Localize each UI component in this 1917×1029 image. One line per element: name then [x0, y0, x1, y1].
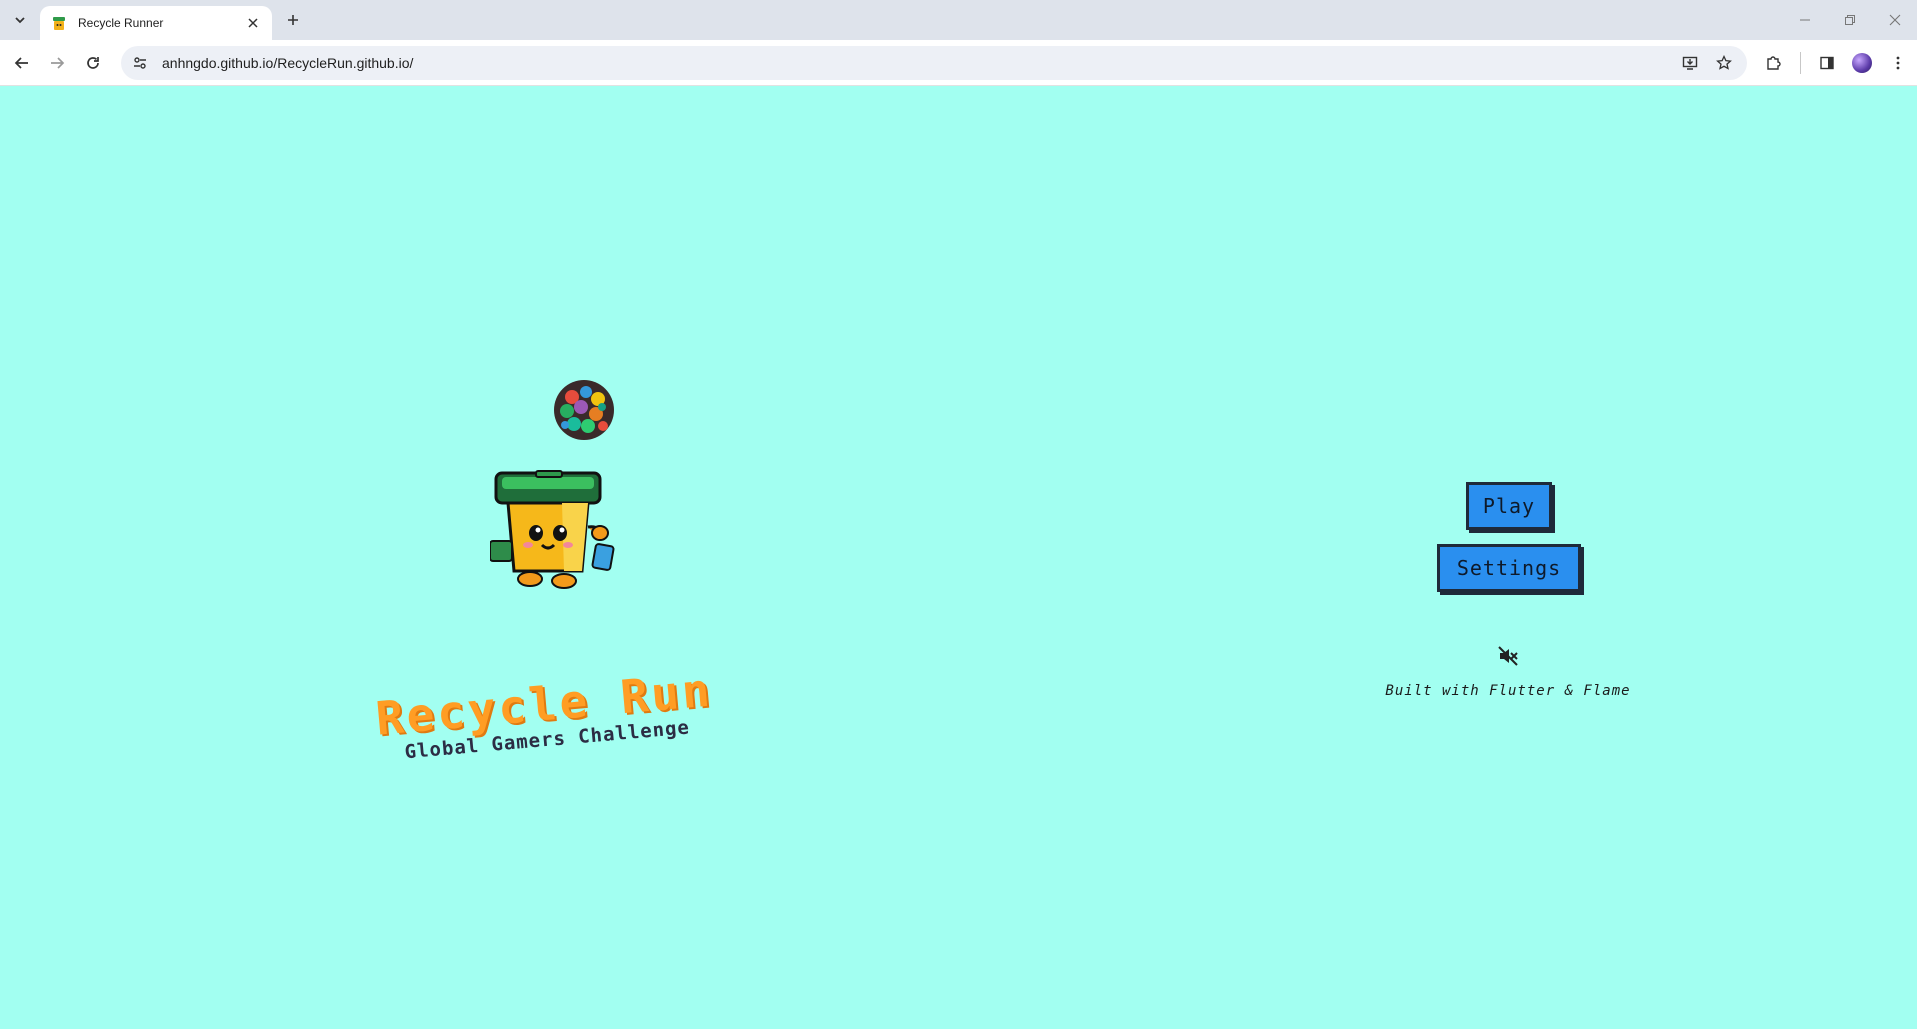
site-info-button[interactable]	[126, 49, 154, 77]
puzzle-icon	[1767, 56, 1781, 70]
address-bar[interactable]: anhngdo.github.io/RecycleRun.github.io/	[121, 46, 1747, 80]
recycle-bin-favicon-icon	[53, 17, 65, 30]
profile-avatar[interactable]	[1852, 53, 1872, 73]
toolbar-divider	[1800, 52, 1801, 74]
close-window-button[interactable]	[1879, 6, 1911, 34]
forward-button[interactable]	[43, 49, 71, 77]
new-tab-button[interactable]	[281, 8, 305, 32]
side-panel-icon	[1820, 56, 1834, 70]
recycle-bin-mascot-icon	[490, 470, 615, 589]
credit-text: Built with Flutter & Flame	[1385, 683, 1631, 699]
game-canvas[interactable]: Recycle Run Global Gamers Challenge Play…	[0, 87, 1917, 1029]
restore-button[interactable]	[1834, 6, 1866, 34]
browser-menu-button[interactable]	[1884, 49, 1912, 77]
tab-title: Recycle Runner	[78, 16, 164, 30]
reload-button[interactable]	[79, 49, 107, 77]
install-icon	[1682, 56, 1698, 70]
game-title-block: Recycle Run Global Gamers Challenge	[357, 661, 732, 767]
more-vertical-icon	[1896, 56, 1900, 70]
play-button[interactable]: Play	[1466, 482, 1552, 530]
arrow-left-icon	[14, 57, 28, 69]
restore-icon	[1845, 15, 1855, 25]
close-icon	[1889, 14, 1901, 26]
tab-close-button[interactable]	[244, 14, 262, 32]
chevron-down-icon	[15, 17, 25, 24]
tab-search-button[interactable]	[8, 8, 32, 32]
extensions-button[interactable]	[1759, 49, 1787, 77]
back-button[interactable]	[8, 49, 36, 77]
trash-ball-icon	[554, 380, 614, 440]
minimize-button[interactable]	[1789, 6, 1821, 34]
audio-toggle-button[interactable]	[1496, 644, 1520, 668]
browser-toolbar: anhngdo.github.io/RecycleRun.github.io/	[0, 40, 1917, 86]
bookmark-button[interactable]	[1710, 49, 1738, 77]
reload-icon	[87, 57, 99, 69]
install-app-button[interactable]	[1676, 49, 1704, 77]
close-icon	[248, 18, 258, 28]
side-panel-button[interactable]	[1813, 49, 1841, 77]
plus-icon	[288, 15, 298, 25]
star-icon	[1716, 55, 1732, 70]
minimize-icon	[1800, 19, 1810, 21]
tune-icon	[134, 57, 146, 69]
url-text: anhngdo.github.io/RecycleRun.github.io/	[162, 55, 414, 71]
active-tab[interactable]: Recycle Runner	[40, 6, 272, 40]
arrow-right-icon	[51, 57, 65, 69]
speaker-muted-icon	[1498, 646, 1518, 666]
tab-strip: Recycle Runner	[0, 0, 1917, 40]
settings-button[interactable]: Settings	[1437, 544, 1581, 592]
